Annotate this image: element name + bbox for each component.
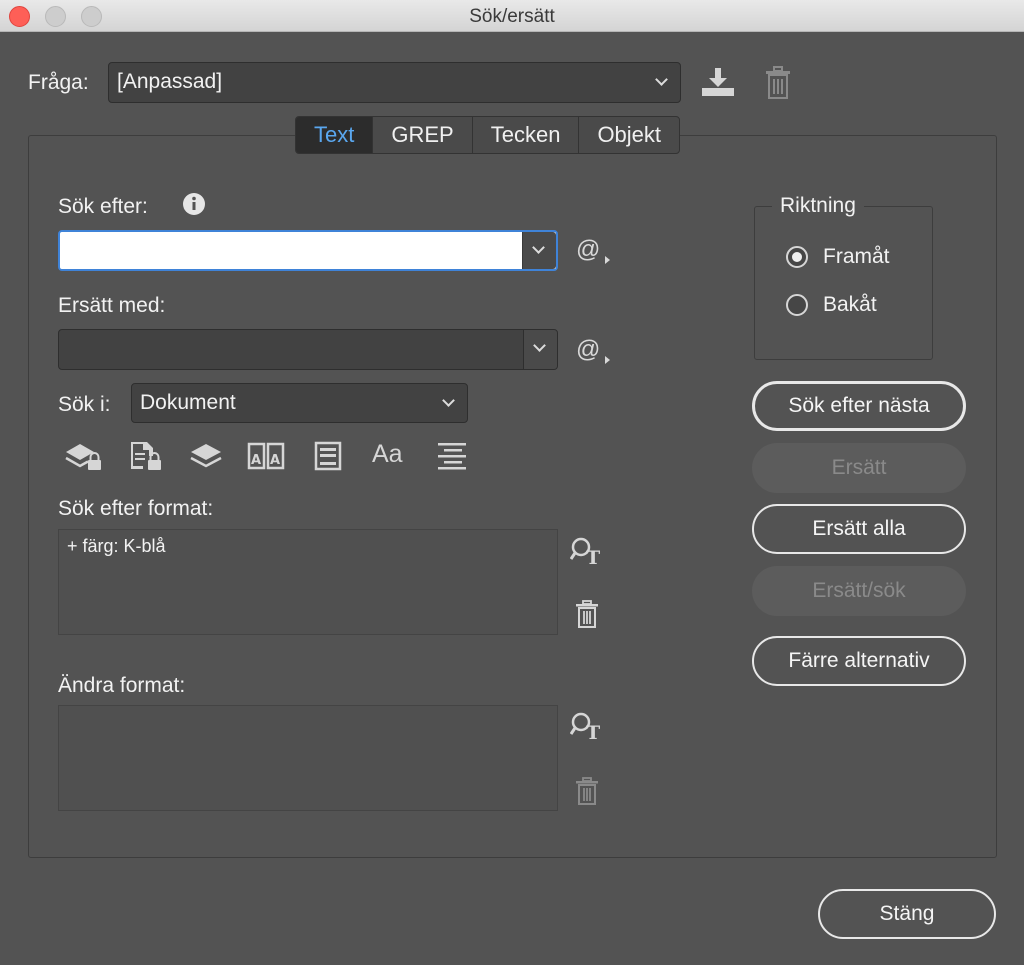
menu-arrow-icon — [605, 256, 610, 264]
tab-glyph[interactable]: Tecken — [473, 117, 580, 153]
search-label: Sök efter: — [58, 195, 148, 218]
replace-all-button[interactable]: Ersätt alla — [752, 504, 966, 554]
include-hidden-layers-icon[interactable] — [189, 440, 225, 472]
replace-history-dropdown[interactable] — [523, 330, 557, 369]
find-next-button[interactable]: Sök efter nästa — [752, 381, 966, 431]
direction-label: Riktning — [772, 194, 864, 218]
direction-forward-radio[interactable] — [786, 246, 808, 268]
window-title: Sök/ersätt — [469, 6, 555, 27]
search-format-value: + färg: K-blå — [67, 536, 166, 556]
title-bar: Sök/ersätt — [0, 0, 1024, 32]
svg-text:A: A — [251, 453, 261, 468]
search-special-chars-icon[interactable]: @ — [576, 236, 610, 264]
include-locked-layers-icon[interactable] — [64, 440, 104, 472]
replace-special-chars-icon[interactable]: @ — [576, 336, 610, 364]
fewer-options-button[interactable]: Färre alternativ — [752, 636, 966, 686]
change-format-label: Ändra format: — [58, 674, 186, 697]
menu-arrow-icon — [605, 356, 610, 364]
direction-forward-label[interactable]: Framåt — [823, 245, 890, 269]
replace-input[interactable] — [58, 329, 558, 370]
search-input[interactable] — [58, 230, 558, 271]
replace-button[interactable]: Ersätt — [752, 443, 966, 493]
scope-dropdown[interactable]: Dokument — [131, 383, 468, 423]
tab-object[interactable]: Objekt — [579, 117, 679, 153]
replace-label: Ersätt med: — [58, 294, 166, 317]
tab-text[interactable]: Text — [296, 117, 374, 153]
direction-backward-label[interactable]: Bakåt — [823, 293, 877, 317]
clear-search-format-icon[interactable] — [575, 600, 599, 628]
info-icon[interactable] — [182, 192, 206, 216]
at-icon: @ — [576, 236, 601, 263]
include-master-pages-icon[interactable]: A A — [247, 440, 285, 472]
scrollbar[interactable] — [543, 530, 557, 634]
chevron-down-icon — [533, 339, 546, 352]
scrollbar[interactable] — [543, 706, 557, 810]
case-sensitive-icon[interactable]: Aa — [372, 440, 403, 469]
at-icon: @ — [576, 336, 601, 363]
radio-selected-dot — [792, 252, 802, 262]
svg-text:T: T — [586, 547, 600, 566]
close-button[interactable]: Stäng — [818, 889, 996, 939]
query-dropdown[interactable]: [Anpassad] — [108, 62, 681, 103]
chevron-down-icon — [532, 241, 545, 254]
search-format-box[interactable]: + färg: K-blå — [58, 529, 558, 635]
delete-query-icon[interactable] — [764, 66, 792, 100]
change-format-box[interactable] — [58, 705, 558, 811]
query-label: Fråga: — [28, 71, 89, 94]
query-value: [Anpassad] — [117, 70, 223, 93]
replace-find-button[interactable]: Ersätt/sök — [752, 566, 966, 616]
include-footnotes-icon[interactable] — [313, 440, 343, 472]
scope-label: Sök i: — [58, 393, 111, 416]
direction-group — [754, 206, 933, 360]
svg-text:T: T — [586, 722, 600, 741]
tab-grep[interactable]: GREP — [373, 117, 473, 153]
svg-text:A: A — [270, 453, 280, 468]
specify-search-format-icon[interactable]: T — [570, 536, 606, 566]
chevron-down-icon — [655, 73, 668, 86]
clear-change-format-icon — [576, 777, 598, 805]
chevron-down-icon — [442, 394, 455, 407]
include-locked-stories-icon[interactable] — [128, 440, 164, 472]
tab-bar: Text GREP Tecken Objekt — [295, 116, 681, 154]
search-format-label: Sök efter format: — [58, 497, 214, 520]
whole-word-icon[interactable] — [436, 440, 468, 472]
specify-change-format-icon[interactable]: T — [570, 711, 606, 741]
scope-value: Dokument — [140, 391, 236, 414]
direction-backward-radio[interactable] — [786, 294, 808, 316]
save-query-icon[interactable] — [700, 66, 736, 98]
search-history-dropdown[interactable] — [522, 232, 556, 269]
